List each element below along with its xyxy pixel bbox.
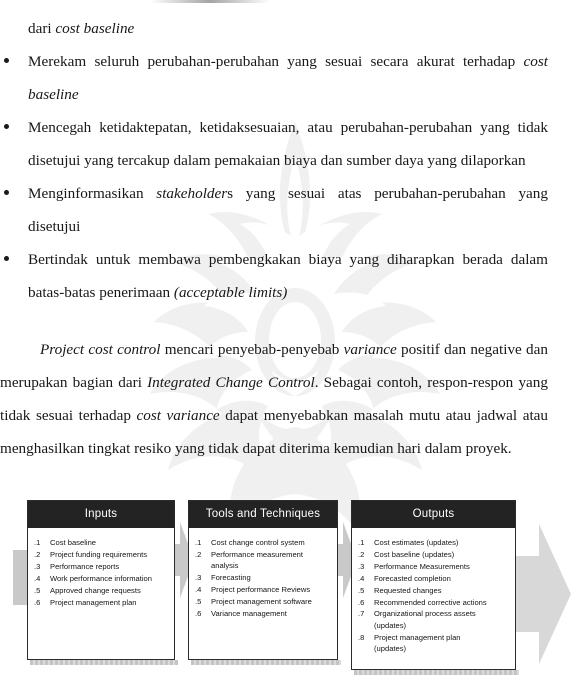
list-item: .3 Performance reports (34, 561, 120, 571)
list-item: .4 Project performance Reviews (195, 585, 311, 595)
list-item: .5 Approved change requests (34, 585, 141, 595)
list-item: .2 Cost baseline (updates) (358, 549, 455, 559)
list-item-text: Mencegah ketidaktepatan, ketidaksesuaian… (28, 119, 548, 169)
list-item: .2 Project funding requirements (34, 549, 148, 559)
list-item: .5 Requested changes (358, 585, 442, 595)
list-item-text: Bertindak untuk membawa pembengkakan bia… (28, 251, 548, 301)
list-item: .8 Project management plan (updates) (358, 632, 461, 654)
diagram-left-connector (13, 550, 28, 605)
page-crop-line (150, 0, 270, 3)
bullet-dot-icon (4, 256, 9, 261)
list-item: .6 Recommended corrective actions (358, 597, 487, 607)
tools-header: Tools and Techniques (189, 501, 337, 528)
outputs-list: .1 Cost estimates (updates) .2 Cost baseli… (352, 528, 515, 659)
continuation-plain: dari (28, 20, 56, 37)
list-item: .1 Cost change control system (195, 538, 305, 547)
inputs-header: Inputs (28, 501, 174, 528)
inputs-box[interactable]: Inputs .1 Cost baseline .2 Project funding… (27, 500, 175, 660)
list-item: .6 Project management plan (34, 597, 137, 607)
list-item: Menginformasikan stakeholders yang sesua… (0, 177, 548, 243)
list-item: .5 Project management software (195, 597, 312, 607)
list-item-text: Menginformasikan stakeholders yang sesua… (28, 185, 548, 235)
tools-list: .1 Cost change control system .2 Performan… (189, 528, 337, 624)
tools-and-techniques-box[interactable]: Tools and Techniques .1 Cost change contr… (188, 500, 338, 660)
inputs-list: .1 Cost baseline .2 Project funding requir… (28, 528, 174, 612)
list-item: .3 Performance Measurements (358, 561, 470, 571)
tools-box-shadow (191, 660, 341, 665)
bullet-list: Merekam seluruh perubahan-perubahan yang… (0, 45, 548, 309)
arrow-outputs-outflow (509, 524, 571, 664)
list-item: Bertindak untuk membawa pembengkakan bia… (0, 243, 548, 309)
list-item: Merekam seluruh perubahan-perubahan yang… (0, 45, 548, 111)
list-item: .1 Cost baseline (34, 538, 97, 547)
inputs-box-shadow (30, 660, 178, 665)
list-item: .3 Forecasting (195, 573, 251, 583)
outputs-header: Outputs (352, 501, 515, 528)
closing-paragraph: Project cost control mencari penyebab-pe… (0, 341, 548, 458)
outputs-box[interactable]: Outputs .1 Cost estimates (updates) .2 Cos… (351, 500, 516, 670)
outputs-box-shadow (354, 670, 519, 675)
bullet-dot-icon (4, 58, 9, 63)
list-item-text: Merekam seluruh perubahan-perubahan yang… (28, 53, 548, 103)
list-item: .6 Variance management (195, 608, 287, 618)
list-item: .2 Performance measurement analysis (195, 549, 304, 571)
bullet-dot-icon (4, 124, 9, 129)
list-item: .7 Organizational process assets (updates) (358, 609, 476, 630)
continuation-line: dari cost baseline (28, 12, 528, 45)
continuation-italic: cost baseline (55, 20, 135, 37)
list-item: Mencegah ketidaktepatan, ketidaksesuaian… (0, 111, 548, 177)
list-item: .1 Cost estimates (updates) (358, 538, 459, 547)
list-item: .4 Forecasted completion (358, 573, 451, 583)
list-item: .4 Work performance information (34, 573, 152, 583)
itto-diagram: Inputs .1 Cost baseline .2 Project funding… (0, 488, 571, 695)
bullet-dot-icon (4, 190, 9, 195)
